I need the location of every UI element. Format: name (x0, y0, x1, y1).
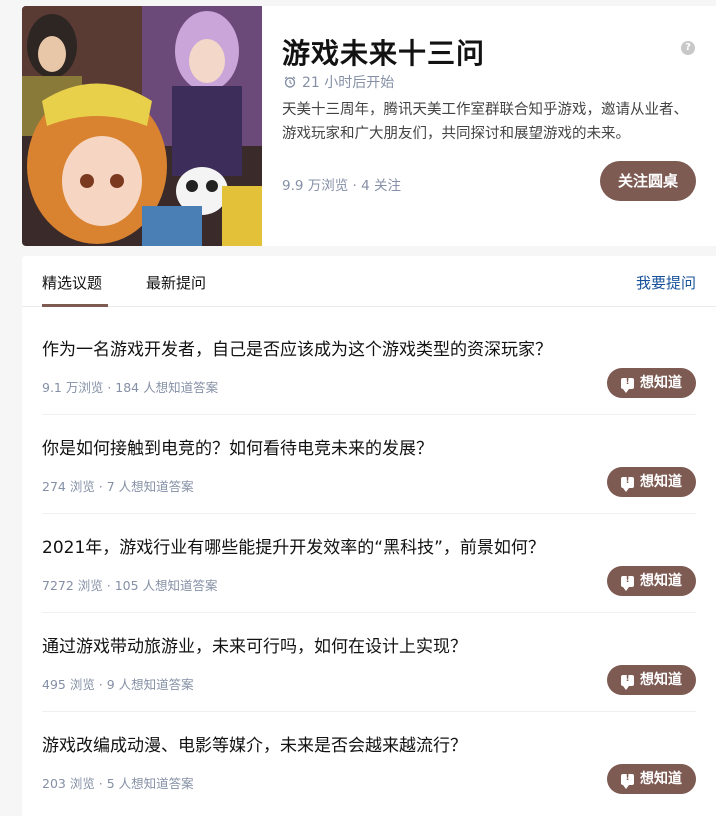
question-meta: 274 浏览 · 7 人想知道答案 (42, 479, 194, 494)
tab-featured-label: 精选议题 (42, 274, 103, 292)
question-title[interactable]: 2021年，游戏行业有哪些能提升开发效率的“黑科技”，前景如何？ (42, 533, 545, 558)
comment-bubble-icon (621, 772, 634, 789)
comment-bubble-icon (621, 574, 634, 591)
want-to-know-label: 想知道 (640, 375, 682, 391)
question-item: 作为一名游戏开发者，自己是否应该成为这个游戏类型的资深玩家？ 9.1 万浏览 ·… (42, 307, 696, 406)
roundtable-description: 天美十三周年，腾讯天美工作室群联合知乎游戏，邀请从业者、游戏玩家和广大朋友们，共… (282, 102, 688, 142)
want-to-know-label: 想知道 (640, 771, 682, 787)
roundtable-title: 游戏未来十三问 (282, 37, 486, 70)
question-title[interactable]: 你是如何接触到电竞的？如何看待电竞未来的发展？ (42, 434, 433, 459)
want-to-know-button[interactable]: 想知道 (607, 665, 696, 695)
want-to-know-button[interactable]: 想知道 (607, 566, 696, 596)
start-time: 21 小时后开始 (284, 72, 394, 92)
want-to-know-label: 想知道 (640, 672, 682, 688)
help-icon[interactable]: ? (681, 41, 695, 55)
cover-illustration (22, 6, 262, 246)
want-to-know-label: 想知道 (640, 474, 682, 490)
alarm-clock-icon (284, 76, 296, 88)
question-meta: 495 浏览 · 9 人想知道答案 (42, 677, 194, 692)
question-item: 你是如何接触到电竞的？如何看待电竞未来的发展？ 274 浏览 · 7 人想知道答… (42, 406, 696, 505)
question-item: 通过游戏带动旅游业，未来可行吗，如何在设计上实现？ 495 浏览 · 9 人想知… (42, 604, 696, 703)
question-title[interactable]: 作为一名游戏开发者，自己是否应该成为这个游戏类型的资深玩家？ (42, 335, 552, 360)
question-title[interactable]: 游戏改编成动漫、电影等媒介，未来是否会越来越流行？ (42, 731, 467, 756)
question-meta: 203 浏览 · 5 人想知道答案 (42, 776, 194, 791)
follow-roundtable-button[interactable]: 关注圆桌 (600, 161, 696, 201)
question-title[interactable]: 通过游戏带动旅游业，未来可行吗，如何在设计上实现？ (42, 632, 467, 657)
tab-featured[interactable]: 精选议题 (42, 272, 102, 293)
comment-bubble-icon (621, 673, 634, 690)
start-time-text: 21 小时后开始 (302, 75, 395, 91)
comment-bubble-icon (621, 376, 634, 393)
question-meta: 7272 浏览 · 105 人想知道答案 (42, 578, 218, 593)
comment-bubble-icon (621, 475, 634, 492)
want-to-know-button[interactable]: 想知道 (607, 467, 696, 497)
question-item: 游戏改编成动漫、电影等媒介，未来是否会越来越流行？ 203 浏览 · 5 人想知… (42, 703, 696, 802)
question-list-card: 精选议题 最新提问 我要提问 作为一名游戏开发者，自己是否应该成为这个游戏类型的… (22, 256, 716, 816)
question-item: 2021年，游戏行业有哪些能提升开发效率的“黑科技”，前景如何？ 7272 浏览… (42, 505, 696, 604)
roundtable-header: ? 游戏未来十三问 21 小时后开始 天美十三周年，腾讯天美工作室群联合知乎游戏… (22, 6, 716, 246)
tab-latest-label: 最新提问 (146, 274, 207, 292)
question-meta: 9.1 万浏览 · 184 人想知道答案 (42, 380, 219, 395)
tab-bar: 精选议题 最新提问 我要提问 (22, 256, 716, 307)
want-to-know-button[interactable]: 想知道 (607, 764, 696, 794)
tab-latest[interactable]: 最新提问 (146, 272, 206, 293)
want-to-know-label: 想知道 (640, 573, 682, 589)
cover-image (22, 6, 262, 246)
roundtable-stats: 9.9 万浏览 · 4 关注 (282, 178, 402, 194)
ask-question-link[interactable]: 我要提问 (636, 272, 696, 293)
want-to-know-button[interactable]: 想知道 (607, 368, 696, 398)
